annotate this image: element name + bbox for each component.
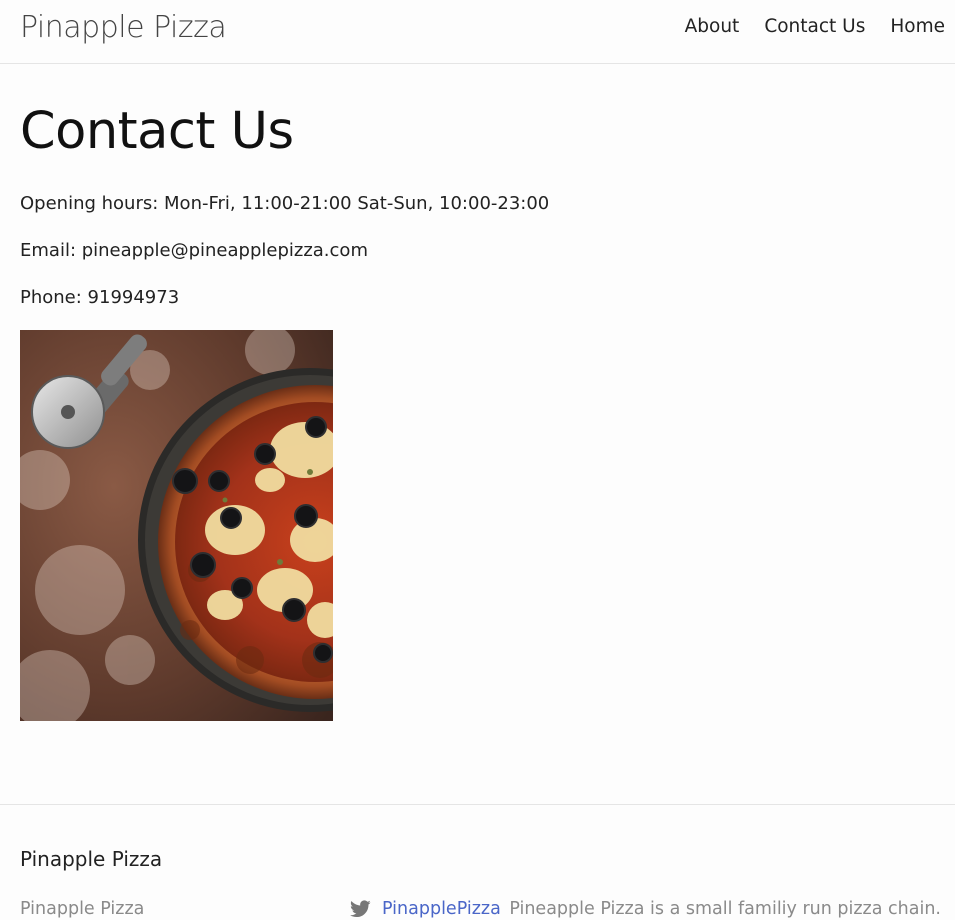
footer: Pinapple Pizza Pinapple Pizza PinapplePi… <box>0 804 955 919</box>
email-text: Email: pineapple@pineapplepizza.com <box>20 240 368 261</box>
footer-brand: Pinapple Pizza <box>20 899 145 919</box>
brand-link[interactable]: Pinapple Pizza <box>20 10 227 45</box>
pizza-photo <box>20 330 333 721</box>
footer-title: Pinapple Pizza <box>20 847 163 871</box>
navbar: Pinapple Pizza About Contact Us Home <box>0 0 955 64</box>
nav-link-home[interactable]: Home <box>890 16 945 37</box>
main-content: Contact Us Opening hours: Mon-Fri, 11:00… <box>0 101 955 721</box>
twitter-link[interactable]: PinapplePizza <box>382 899 501 919</box>
footer-description: Pineapple Pizza is a small familiy run p… <box>509 899 941 919</box>
twitter-icon <box>350 900 371 918</box>
page-title: Contact Us <box>20 102 294 161</box>
nav-link-about[interactable]: About <box>685 16 740 37</box>
footer-twitter: PinapplePizza <box>350 899 501 919</box>
opening-hours: Opening hours: Mon-Fri, 11:00-21:00 Sat-… <box>20 193 550 214</box>
phone-text: Phone: 91994973 <box>20 287 180 308</box>
nav-link-contact-us[interactable]: Contact Us <box>764 16 865 37</box>
nav-links: About Contact Us Home <box>660 16 945 37</box>
